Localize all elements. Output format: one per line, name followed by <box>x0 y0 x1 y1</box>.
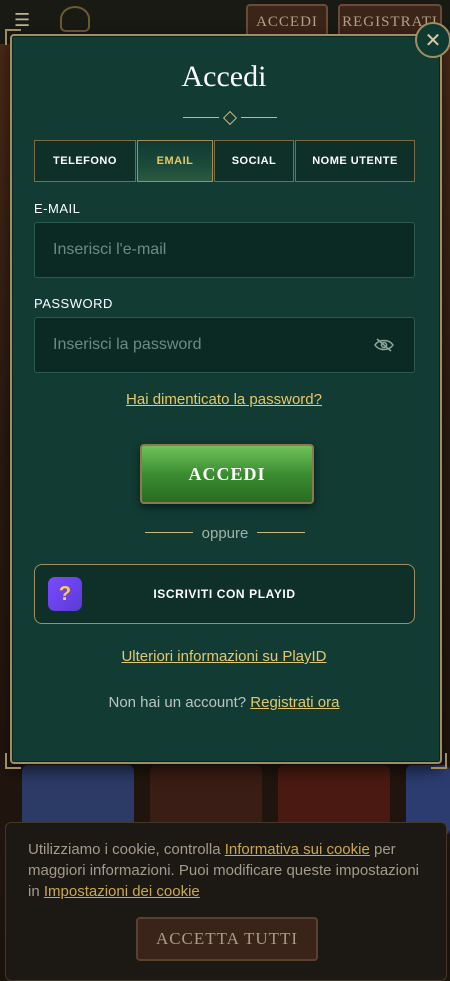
password-input[interactable]: Inserisci la password <box>34 317 415 373</box>
login-method-tabs: TELEFONO EMAIL SOCIAL NOME UTENTE <box>34 140 415 182</box>
playid-logo-icon: ? <box>48 577 82 611</box>
corner-ornament <box>431 753 447 769</box>
site-logo-icon[interactable] <box>60 6 90 32</box>
eye-slash-icon[interactable] <box>374 338 394 352</box>
forgot-password-link[interactable]: Hai dimenticato la password? <box>10 391 438 408</box>
no-account-text: Non hai un account? <box>108 694 247 711</box>
cookie-settings-link[interactable]: Impostazioni dei cookie <box>44 883 200 900</box>
email-label: E-MAIL <box>34 201 81 216</box>
tab-telefono[interactable]: TELEFONO <box>34 140 136 182</box>
tab-social[interactable]: SOCIAL <box>214 140 294 182</box>
email-input[interactable]: Inserisci l'e-mail <box>34 222 415 278</box>
password-label: PASSWORD <box>34 296 113 311</box>
or-text: oppure <box>201 525 249 542</box>
cookie-policy-link[interactable]: Informativa sui cookie <box>225 841 370 858</box>
playid-signup-button[interactable]: ISCRIVITI CON PLAYID <box>34 564 415 624</box>
tab-email[interactable]: EMAIL <box>137 140 213 182</box>
close-modal-button[interactable]: ✕ <box>415 22 450 58</box>
cookie-banner: Utilizziamo i cookie, controlla Informat… <box>5 822 447 981</box>
login-button[interactable]: ACCEDI <box>140 444 314 504</box>
corner-ornament <box>5 29 21 45</box>
tab-nome-utente[interactable]: NOME UTENTE <box>295 140 415 182</box>
signup-row: Non hai un account? Registrati ora <box>10 694 438 711</box>
cookie-text: Utilizziamo i cookie, controlla Informat… <box>28 839 424 902</box>
menu-search-icon[interactable]: ☰ <box>14 10 30 31</box>
close-icon: ✕ <box>424 29 442 52</box>
playid-info-link[interactable]: Ulteriori informazioni su PlayID <box>10 648 438 665</box>
title-divider <box>183 110 277 126</box>
or-divider: oppure <box>145 525 305 542</box>
signup-link[interactable]: Registrati ora <box>250 694 339 711</box>
corner-ornament <box>5 753 21 769</box>
modal-title: Accedi <box>181 60 267 93</box>
cookie-text-part: Utilizziamo i cookie, controlla <box>28 841 225 858</box>
accept-all-cookies-button[interactable]: ACCETTA TUTTI <box>136 917 318 961</box>
